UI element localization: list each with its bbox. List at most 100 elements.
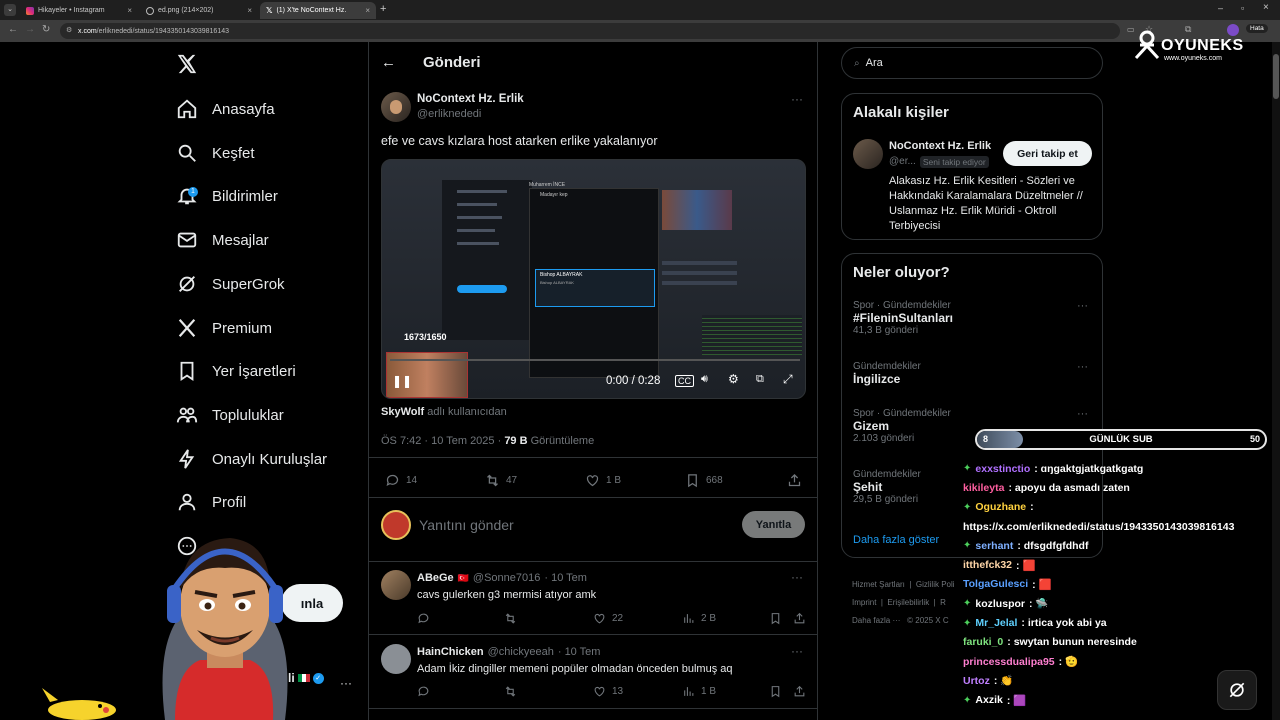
trend-more-icon[interactable]: ··· xyxy=(1077,300,1088,312)
post-author-handle[interactable]: @erliknededi xyxy=(417,108,481,120)
reply-share-action[interactable] xyxy=(793,685,806,698)
reply-bookmark-action[interactable] xyxy=(769,612,782,625)
address-bar[interactable]: ⚙ x.com/erliknededi/status/1943350143039… xyxy=(60,23,1120,39)
chat-username[interactable]: faruki_0 xyxy=(963,636,1003,648)
repost-action[interactable]: 47 xyxy=(485,473,517,488)
reply-views-action[interactable]: 1 B xyxy=(682,685,716,698)
post-video[interactable]: Muharrem İNCE Madayır kep Bishop ALBAYRA… xyxy=(381,159,806,399)
post-author-avatar[interactable] xyxy=(381,92,411,122)
back-icon[interactable]: ← xyxy=(8,24,18,35)
minimize-icon[interactable]: – xyxy=(1218,3,1223,13)
reply-avatar[interactable] xyxy=(381,570,411,600)
chat-username[interactable]: exxstinctio xyxy=(975,463,1030,475)
post-timestamp[interactable]: ÖS 7:42 · 10 Tem 2025 · xyxy=(381,435,504,447)
pip-icon[interactable]: ⧉ xyxy=(756,373,764,386)
sidebar-item-8[interactable]: Onaylı Kuruluşlar xyxy=(176,444,327,474)
site-info-icon[interactable]: ⚙ xyxy=(66,26,72,34)
reload-icon[interactable]: ↻ xyxy=(42,24,50,35)
trend-item[interactable]: Spor · Gündemdekiler Gizem 2.103 gönderi xyxy=(853,408,951,444)
trend-more-icon[interactable]: ··· xyxy=(1077,408,1088,420)
sidebar-item-2[interactable]: 1 Bildirimler xyxy=(176,181,278,211)
chat-username[interactable]: princessdualipa95 xyxy=(963,656,1055,668)
video-source[interactable]: SkyWolf adlı kullanıcıdan xyxy=(381,406,507,418)
browser-tab-x[interactable]: 𝕏 (1) X'te NoContext Hz. Erlik... × xyxy=(260,2,376,19)
show-more-link[interactable]: Daha fazla göster xyxy=(853,534,939,546)
footer-link[interactable]: Imprint xyxy=(852,598,876,607)
captions-icon[interactable]: CC xyxy=(675,375,694,387)
chat-username[interactable]: Mr_Jelal xyxy=(975,617,1017,629)
chat-username[interactable]: Axzik xyxy=(975,694,1002,706)
reply-more-icon[interactable]: ··· xyxy=(791,570,803,584)
reply-repost-action[interactable] xyxy=(504,685,517,698)
close-tab-icon[interactable]: × xyxy=(247,6,252,15)
bookmark-action[interactable]: 668 xyxy=(685,473,723,488)
browser-tab-instagram[interactable]: Hikayeler • Instagram × xyxy=(20,2,138,19)
reply-reply-action[interactable] xyxy=(417,612,430,625)
reply-date[interactable]: · 10 Tem xyxy=(544,572,587,584)
chat-username[interactable]: Urtoz xyxy=(963,675,990,687)
my-avatar[interactable] xyxy=(381,510,411,540)
reply-like-action[interactable]: 13 xyxy=(593,685,623,698)
video-progress-track[interactable] xyxy=(390,359,800,361)
chat-username[interactable]: itthefck32 xyxy=(963,559,1012,571)
sidebar-item-3[interactable]: Mesajlar xyxy=(176,225,269,255)
trend-more-icon[interactable]: ··· xyxy=(1077,361,1088,373)
sidebar-item-9[interactable]: Profil xyxy=(176,487,246,517)
tab-search-button[interactable]: ⌄ xyxy=(4,4,16,16)
play-pause-icon[interactable]: ❚❚ xyxy=(392,374,412,388)
grok-floating-button[interactable] xyxy=(1217,670,1257,710)
reply-author-name[interactable]: HainChicken xyxy=(417,646,484,658)
related-handle[interactable]: @er... xyxy=(889,156,916,168)
sidebar-item-0[interactable]: Anasayfa xyxy=(176,94,275,124)
source-name[interactable]: SkyWolf xyxy=(381,406,424,418)
reply-input[interactable]: Yanıtını gönder xyxy=(419,517,514,533)
chat-username[interactable]: Oguzhane xyxy=(975,501,1026,513)
trend-item[interactable]: Gündemdekiler Şehit 29,5 B gönderi xyxy=(853,469,921,505)
search-input[interactable]: Ara xyxy=(866,57,883,69)
trend-item[interactable]: Gündemdekiler İngilizce xyxy=(853,361,921,386)
reply-author-handle[interactable]: @Sonne7016 xyxy=(473,572,540,584)
sidebar-item-5[interactable]: Premium xyxy=(176,313,272,343)
reply-reply-action[interactable] xyxy=(417,685,430,698)
close-tab-icon[interactable]: × xyxy=(127,6,132,15)
back-arrow-icon[interactable]: ← xyxy=(381,54,396,71)
reply-repost-action[interactable] xyxy=(504,612,517,625)
reply-bookmark-action[interactable] xyxy=(769,685,782,698)
chat-username[interactable]: kikileyta xyxy=(963,482,1004,494)
reply-like-action[interactable]: 22 xyxy=(593,612,623,625)
like-action[interactable]: 1 B xyxy=(585,473,621,488)
related-avatar[interactable] xyxy=(853,139,883,169)
footer-more-link[interactable]: Daha fazla ··· xyxy=(852,616,900,625)
reply-more-icon[interactable]: ··· xyxy=(791,644,803,658)
share-action[interactable] xyxy=(787,473,802,488)
reply-avatar[interactable] xyxy=(381,644,411,674)
close-tab-icon[interactable]: × xyxy=(365,6,370,15)
reply-author-name[interactable]: ABeGe xyxy=(417,572,454,584)
reply-author-handle[interactable]: @chickyeeah xyxy=(488,646,554,658)
maximize-icon[interactable]: ▫ xyxy=(1241,3,1244,13)
volume-icon[interactable]: 🔊︎ xyxy=(701,373,708,386)
profile-chip[interactable]: Hata xyxy=(1246,24,1268,33)
footer-link[interactable]: Hizmet Şartları xyxy=(852,580,905,589)
account-more-icon[interactable]: ··· xyxy=(340,676,352,690)
sidebar-item-6[interactable]: Yer İşaretleri xyxy=(176,356,296,386)
chat-username[interactable]: kozluspor xyxy=(975,598,1025,610)
forward-icon[interactable]: → xyxy=(25,24,35,35)
reply-date[interactable]: · 10 Tem xyxy=(558,646,601,658)
reply-action[interactable]: 14 xyxy=(385,473,417,488)
reply-share-action[interactable] xyxy=(793,612,806,625)
fullscreen-icon[interactable]: ⤢ xyxy=(783,372,793,387)
reply-views-action[interactable]: 2 B xyxy=(682,612,716,625)
footer-link[interactable]: Erişilebilirlik xyxy=(887,598,929,607)
sidebar-item-7[interactable]: Topluluklar xyxy=(176,400,284,430)
sidebar-item-4[interactable]: SuperGrok xyxy=(176,269,285,299)
chat-username[interactable]: TolgaGulesci xyxy=(963,578,1028,590)
reply-submit-button[interactable]: Yanıtla xyxy=(742,511,805,538)
footer-link[interactable]: R xyxy=(940,598,946,607)
post-more-icon[interactable]: ··· xyxy=(791,92,803,106)
settings-icon[interactable]: ⚙ xyxy=(728,372,739,386)
search-box[interactable]: ⌕ Ara xyxy=(841,47,1103,79)
browser-tab-image[interactable]: ed.png (214×202) × xyxy=(140,2,258,19)
chat-username[interactable]: serhant xyxy=(975,540,1013,552)
scrollbar[interactable] xyxy=(1272,42,1280,720)
